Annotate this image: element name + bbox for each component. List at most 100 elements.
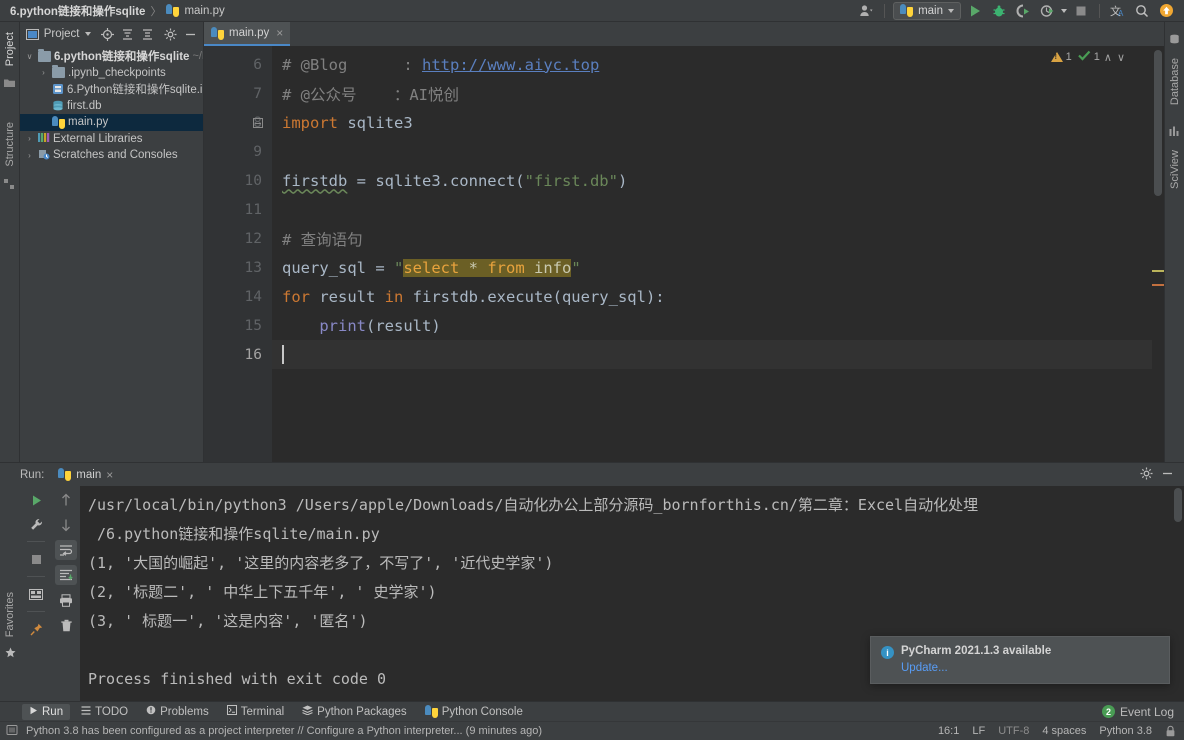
line-separator[interactable]: LF bbox=[972, 725, 985, 737]
search-icon[interactable] bbox=[1132, 2, 1152, 20]
collapse-all-icon[interactable] bbox=[139, 26, 156, 43]
editor-body: 6 7 8 9 10 11 12 13 14 15 16 # @Blog : h… bbox=[204, 46, 1164, 462]
print-icon[interactable] bbox=[55, 590, 77, 610]
profile-button[interactable] bbox=[1037, 2, 1057, 20]
chevron-up-icon[interactable]: ∧ bbox=[1103, 51, 1113, 64]
right-tool-strip: Database SciView bbox=[1164, 22, 1184, 462]
inspection-widget[interactable]: 1 1 ∧ ∨ bbox=[1051, 50, 1126, 64]
notification-update-link[interactable]: Update... bbox=[881, 662, 1159, 674]
tree-item-project-root[interactable]: ∨ 6.python链接和操作sqlite ~/D bbox=[20, 48, 203, 65]
divider bbox=[27, 611, 45, 612]
run-configuration-selector[interactable]: main bbox=[893, 2, 961, 20]
structure-strip-icon bbox=[4, 178, 15, 192]
editor-scrollbar-thumb[interactable] bbox=[1154, 50, 1162, 196]
pin-icon[interactable] bbox=[25, 619, 47, 639]
scrollbar-error-marker[interactable] bbox=[1152, 284, 1164, 286]
scroll-to-end-icon[interactable] bbox=[55, 565, 77, 585]
minimize-icon[interactable] bbox=[1161, 467, 1174, 483]
line-number: 10 bbox=[204, 166, 272, 195]
gear-icon[interactable] bbox=[1140, 467, 1153, 483]
editor-gutter[interactable]: 6 7 8 9 10 11 12 13 14 15 16 bbox=[204, 46, 272, 462]
locate-icon[interactable] bbox=[100, 26, 117, 43]
tool-tab-structure[interactable]: Structure bbox=[4, 116, 16, 173]
status-bar: Python 3.8 has been configured as a proj… bbox=[0, 721, 1184, 740]
stop-button[interactable] bbox=[1071, 2, 1091, 20]
editor-scrollbar[interactable] bbox=[1152, 46, 1164, 462]
code-content[interactable]: # @Blog : http://www.aiyc.top # @公众号 ：AI… bbox=[272, 46, 1152, 462]
interpreter-label[interactable]: Python 3.8 bbox=[1099, 725, 1152, 737]
status-memory-icon[interactable] bbox=[6, 724, 18, 739]
stop-button[interactable] bbox=[25, 549, 47, 569]
hide-panel-icon[interactable] bbox=[182, 26, 199, 43]
checkmark-icon bbox=[1078, 50, 1091, 64]
close-icon[interactable]: × bbox=[106, 468, 113, 482]
close-icon[interactable]: × bbox=[276, 26, 283, 40]
rerun-button[interactable] bbox=[25, 490, 47, 510]
tool-button-python-packages[interactable]: Python Packages bbox=[295, 703, 414, 720]
tree-item-first-db[interactable]: first.db bbox=[20, 98, 203, 115]
expand-all-icon[interactable] bbox=[119, 26, 136, 43]
scrollbar-warning-marker[interactable] bbox=[1152, 270, 1164, 272]
settings-wrench-icon[interactable] bbox=[25, 514, 47, 534]
caret-position[interactable]: 16:1 bbox=[938, 725, 959, 737]
tool-tab-sciview[interactable]: SciView bbox=[1169, 144, 1181, 195]
project-tree[interactable]: ∨ 6.python链接和操作sqlite ~/D › .ipynb_check… bbox=[20, 46, 203, 462]
star-icon bbox=[5, 647, 16, 661]
scratch-icon bbox=[38, 148, 50, 163]
tree-item-notebook[interactable]: 6.Python链接和操作sqlite.ip bbox=[20, 81, 203, 98]
run-button[interactable] bbox=[965, 2, 985, 20]
code-line-11 bbox=[272, 195, 1152, 224]
file-encoding[interactable]: UTF-8 bbox=[998, 725, 1029, 737]
event-log-area[interactable]: 2 Event Log bbox=[1102, 705, 1184, 719]
tree-item-scratches[interactable]: › Scratches and Consoles bbox=[20, 147, 203, 164]
breadcrumb-file[interactable]: main.py bbox=[184, 5, 224, 17]
tree-arrow-icon[interactable]: › bbox=[24, 134, 35, 143]
tree-item-external-libraries[interactable]: › External Libraries bbox=[20, 131, 203, 148]
code-text: ) bbox=[618, 172, 627, 190]
run-tab-main[interactable]: main × bbox=[58, 468, 113, 482]
run-tab-label: main bbox=[76, 469, 101, 481]
user-icon[interactable] bbox=[856, 2, 876, 20]
indent-setting[interactable]: 4 spaces bbox=[1042, 725, 1086, 737]
code-fold-icon[interactable] bbox=[253, 118, 263, 128]
run-panel-label: Run: bbox=[20, 469, 44, 481]
problems-icon bbox=[146, 705, 156, 718]
soft-wrap-icon[interactable] bbox=[55, 540, 77, 560]
gear-icon[interactable] bbox=[163, 26, 180, 43]
divider bbox=[27, 541, 45, 542]
tree-item-main-py[interactable]: main.py bbox=[20, 114, 203, 131]
console-scrollbar[interactable] bbox=[1172, 486, 1184, 701]
up-arrow-icon[interactable] bbox=[55, 490, 77, 510]
tool-tab-database[interactable]: Database bbox=[1169, 52, 1181, 111]
tree-arrow-icon[interactable]: › bbox=[24, 151, 35, 160]
project-chevron-down-icon[interactable] bbox=[85, 32, 91, 36]
tool-tab-favorites[interactable]: Favorites bbox=[4, 586, 16, 643]
profile-chevron-icon[interactable] bbox=[1061, 9, 1067, 13]
tree-arrow-icon[interactable]: › bbox=[38, 68, 49, 77]
debug-button[interactable] bbox=[989, 2, 1009, 20]
notification-popup[interactable]: i PyCharm 2021.1.3 available Update... bbox=[870, 636, 1170, 684]
tool-button-todo[interactable]: TODO bbox=[74, 704, 135, 720]
event-log-label[interactable]: Event Log bbox=[1120, 705, 1174, 719]
lock-icon[interactable] bbox=[1165, 725, 1176, 737]
update-icon[interactable] bbox=[1156, 2, 1176, 20]
layout-icon[interactable] bbox=[25, 584, 47, 604]
trash-icon[interactable] bbox=[55, 615, 77, 635]
translate-icon[interactable]: 文A bbox=[1108, 2, 1128, 20]
tool-tab-project[interactable]: Project bbox=[4, 26, 16, 72]
editor-tab-main-py[interactable]: main.py × bbox=[204, 22, 290, 46]
chevron-down-icon[interactable]: ∨ bbox=[1116, 51, 1126, 64]
breadcrumb-project[interactable]: 6.python链接和操作sqlite bbox=[10, 3, 145, 19]
tool-button-run[interactable]: Run bbox=[22, 704, 70, 720]
line-number: 15 bbox=[204, 311, 272, 340]
down-arrow-icon[interactable] bbox=[55, 515, 77, 535]
tree-item-ipynb-checkpoints[interactable]: › .ipynb_checkpoints bbox=[20, 65, 203, 82]
tool-button-terminal[interactable]: Terminal bbox=[220, 703, 291, 720]
run-coverage-button[interactable] bbox=[1013, 2, 1033, 20]
tool-button-python-console[interactable]: Python Console bbox=[418, 703, 530, 720]
tool-button-problems[interactable]: Problems bbox=[139, 703, 216, 720]
console-scrollbar-thumb[interactable] bbox=[1174, 488, 1182, 522]
tree-arrow-icon[interactable]: ∨ bbox=[24, 52, 35, 61]
status-message[interactable]: Python 3.8 has been configured as a proj… bbox=[26, 725, 542, 737]
code-url-link[interactable]: http://www.aiyc.top bbox=[422, 56, 599, 74]
